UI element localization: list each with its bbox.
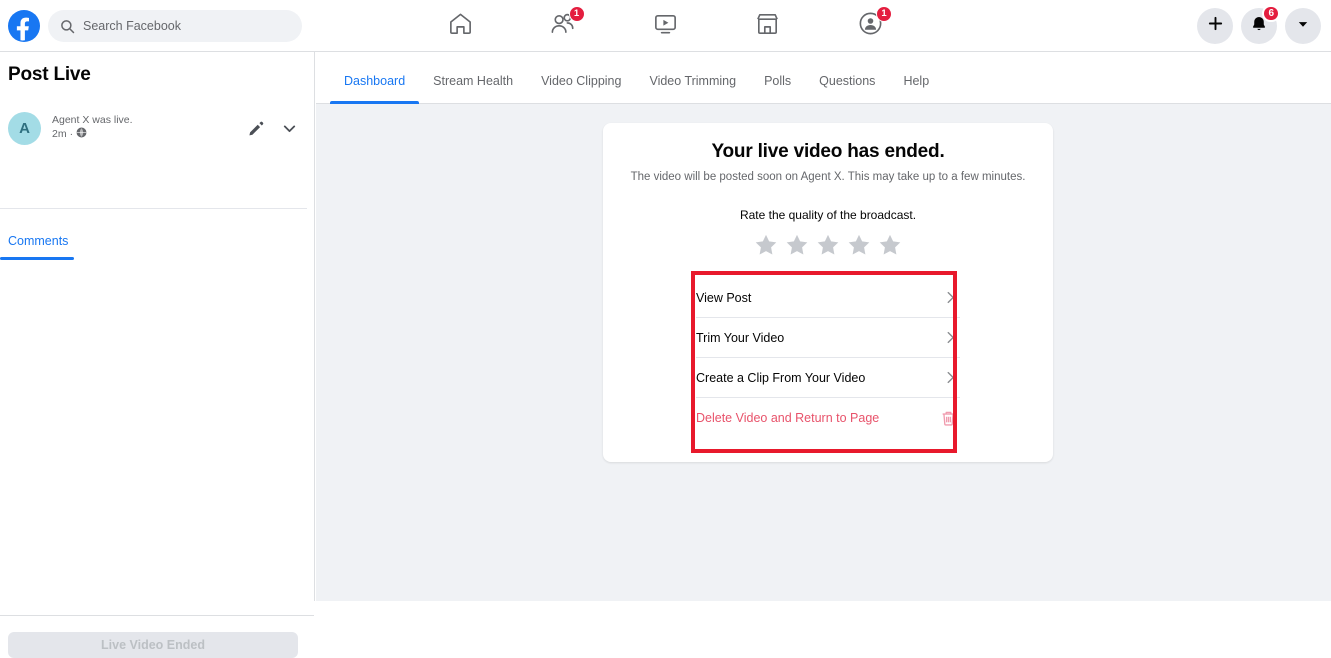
nav-home[interactable] [432,4,488,48]
action-label: Trim Your Video [696,330,785,345]
dashboard-content: Your live video has ended. The video wil… [316,104,1331,601]
action-trim-video[interactable]: Trim Your Video [696,318,960,358]
nav-marketplace[interactable] [740,4,796,48]
tab-help[interactable]: Help [889,74,943,103]
star-icon[interactable] [753,232,779,258]
watch-video-icon [652,10,679,42]
action-label: Create a Clip From Your Video [696,370,866,385]
tab-label: Questions [819,74,876,88]
tab-label: Help [903,74,930,88]
action-delete-video[interactable]: Delete Video and Return to Page [696,398,960,438]
page-title: Post Live [8,64,91,85]
tab-label: Stream Health [433,74,514,88]
post-meta: Agent X was live. 2m · [52,114,248,142]
home-icon [447,10,474,42]
action-list: View Post Trim Your Video Create a Clip … [696,278,960,438]
sidebar-divider [0,208,307,209]
star-icon[interactable] [784,232,810,258]
star-rating[interactable] [603,232,1053,258]
tab-label: Dashboard [344,74,406,88]
action-view-post[interactable]: View Post [696,278,960,318]
pencil-icon[interactable] [248,120,265,137]
action-label: Delete Video and Return to Page [696,411,880,425]
sidebar-tab-comments[interactable]: Comments [0,228,78,260]
post-timestamp: 2m [52,128,67,140]
main-tabbar: Dashboard Stream Health Video Clipping V… [316,52,1331,104]
post-actions [248,120,306,137]
action-create-clip[interactable]: Create a Clip From Your Video [696,358,960,398]
post-summary-row: A Agent X was live. 2m · [8,104,306,152]
star-icon[interactable] [846,232,872,258]
rating-label: Rate the quality of the broadcast. [739,208,917,222]
marketplace-icon [754,10,781,42]
search-box[interactable] [48,10,302,42]
avatar[interactable]: A [8,111,41,145]
chevron-right-icon [943,370,960,385]
trash-icon [939,409,960,428]
account-menu-button[interactable] [1285,8,1321,44]
sidebar-bottom-divider [0,615,314,616]
tab-stream-health[interactable]: Stream Health [419,74,527,103]
chevron-right-icon [943,290,960,305]
top-right-actions: 6 [1197,5,1321,44]
tab-dashboard[interactable]: Dashboard [330,74,420,104]
tab-video-trimming[interactable]: Video Trimming [635,74,750,103]
sidebar-tabs: Comments [0,228,78,260]
notifications-button[interactable]: 6 [1241,5,1280,44]
nav-watch[interactable] [637,4,693,48]
star-icon[interactable] [815,232,841,258]
post-timestamp-row: 2m · [52,127,248,142]
chevron-down-icon [1296,17,1310,36]
post-author-line: Agent X was live. [52,113,133,126]
chevron-right-icon [943,330,960,345]
nav-friends[interactable]: 1 [535,4,591,48]
nav-groups-badge: 1 [876,5,892,22]
facebook-logo-icon[interactable] [8,10,40,42]
live-ended-card: Your live video has ended. The video wil… [603,123,1053,462]
globe-icon [76,127,87,142]
tab-label: Video Trimming [649,74,737,88]
primary-nav: 1 1 [410,0,920,51]
card-title: Your live video has ended. [711,141,945,162]
notifications-badge: 6 [1262,5,1280,22]
card-subtitle: The video will be posted soon on Agent X… [630,171,1026,183]
chevron-down-icon[interactable] [281,120,298,137]
tab-polls[interactable]: Polls [750,74,805,103]
tab-label: Video Clipping [541,74,622,88]
search-icon [60,19,75,34]
nav-friends-badge: 1 [568,5,585,22]
tab-video-clipping[interactable]: Video Clipping [527,74,635,103]
tab-label: Polls [764,74,792,88]
create-button[interactable] [1197,8,1233,44]
left-sidebar: Post Live A Agent X was live. 2m · Comme… [0,52,315,658]
search-input[interactable] [83,19,290,33]
star-icon[interactable] [877,232,903,258]
sidebar-tab-label: Comments [8,234,69,248]
main-panel: Dashboard Stream Health Video Clipping V… [316,52,1331,601]
top-navigation-bar: 1 [0,0,1331,52]
post-separator: · [69,128,74,140]
nav-groups[interactable]: 1 [842,4,898,48]
live-video-ended-button: Live Video Ended [8,632,298,658]
plus-icon [1207,15,1224,37]
action-label: View Post [696,290,752,305]
tab-questions[interactable]: Questions [805,74,889,103]
live-video-ended-label: Live Video Ended [101,638,205,652]
